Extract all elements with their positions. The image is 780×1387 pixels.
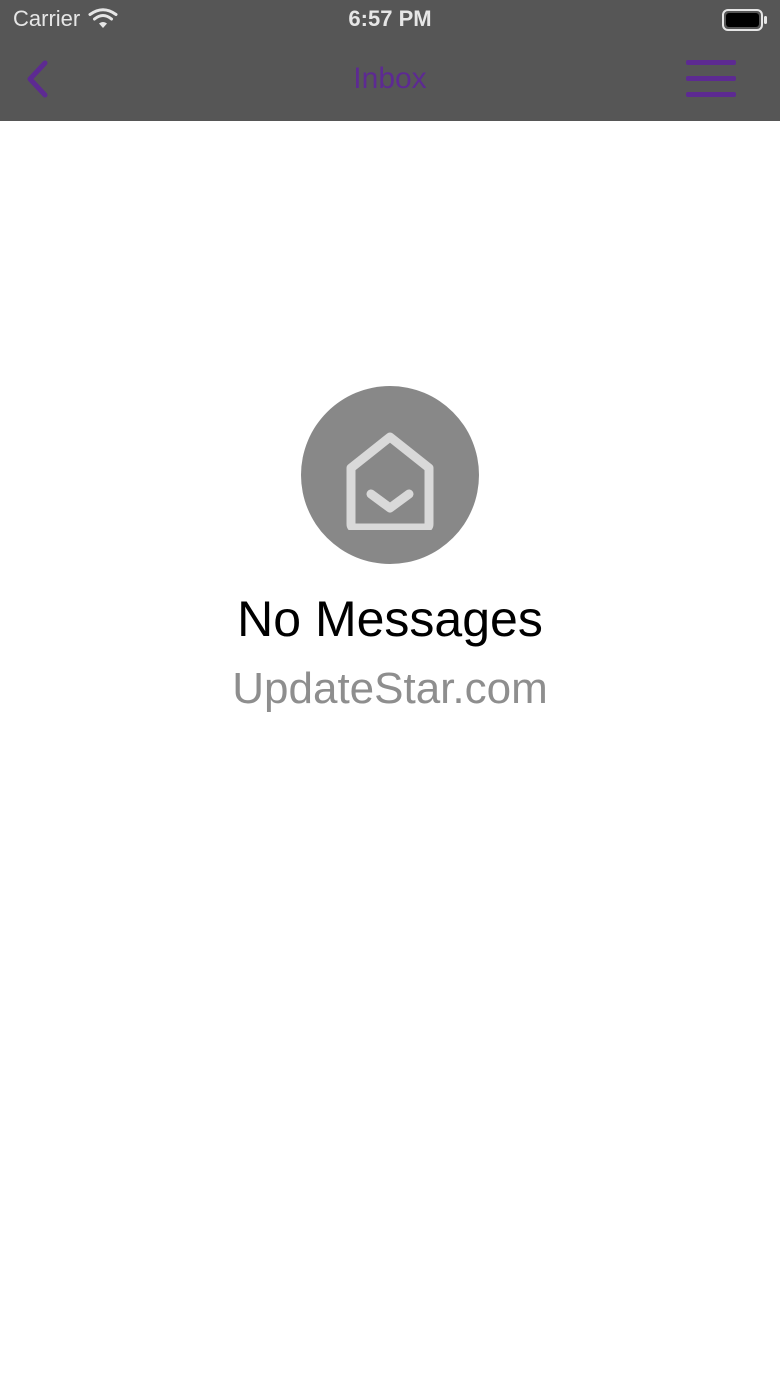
menu-bar-bottom bbox=[686, 92, 736, 97]
page-title: Inbox bbox=[353, 62, 427, 95]
empty-state-subtitle: UpdateStar.com bbox=[232, 664, 548, 713]
menu-button[interactable] bbox=[686, 58, 736, 102]
empty-state: No Messages UpdateStar.com bbox=[0, 386, 780, 713]
header: Carrier 6:57 PM Inbox bbox=[0, 0, 780, 121]
status-bar: Carrier 6:57 PM bbox=[0, 0, 780, 40]
status-time: 6:57 PM bbox=[348, 6, 432, 31]
menu-bar-middle bbox=[686, 76, 736, 81]
empty-state-icon-circle bbox=[301, 386, 479, 564]
empty-state-title: No Messages bbox=[237, 591, 543, 647]
battery-icon bbox=[722, 9, 767, 31]
menu-bar-top bbox=[686, 60, 736, 65]
navigation-bar: Inbox bbox=[0, 40, 780, 121]
inbox-screen: Carrier 6:57 PM Inbox No Messages Update… bbox=[0, 0, 780, 1387]
open-envelope-icon bbox=[346, 432, 434, 530]
